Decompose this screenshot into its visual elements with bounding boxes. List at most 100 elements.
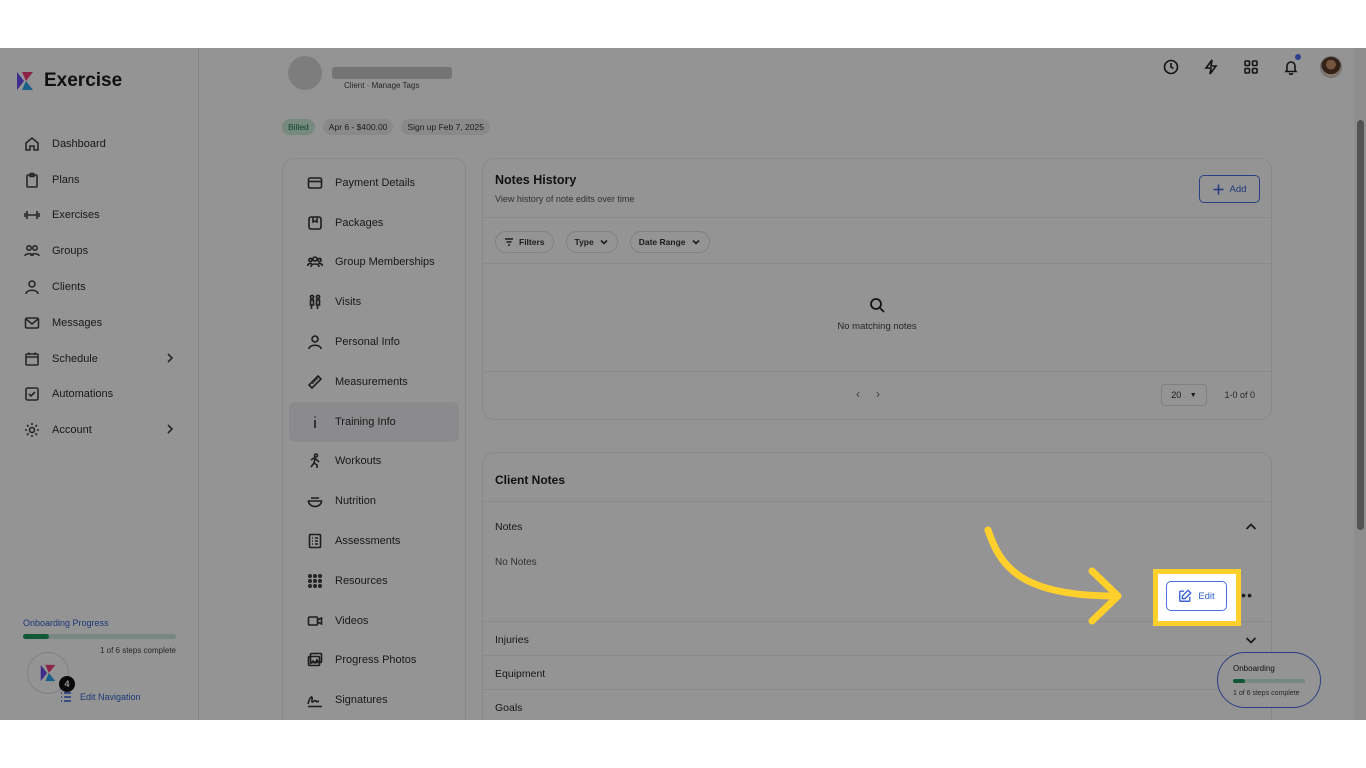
notification-dot <box>1295 54 1301 60</box>
chevron-right-icon <box>167 353 174 363</box>
floating-onboarding-steps: 1 of 6 steps complete <box>1233 690 1300 697</box>
submenu-item-label: Training Info <box>335 415 396 428</box>
page-size-value: 20 <box>1171 390 1182 400</box>
type-label: Type <box>574 237 594 247</box>
info-icon <box>314 416 316 428</box>
submenu-item-payment-details[interactable]: Payment Details <box>289 163 459 203</box>
edit-navigation-link[interactable]: Edit Navigation <box>60 691 141 703</box>
check-square-icon <box>25 387 39 402</box>
submenu-item-workouts[interactable]: Workouts <box>289 442 459 482</box>
filters-button[interactable]: Filters <box>495 231 554 253</box>
quick-actions-button[interactable] <box>1200 56 1222 78</box>
plus-icon <box>1213 184 1224 194</box>
package-icon <box>308 215 322 230</box>
video-icon <box>307 615 323 626</box>
pagination-range: 1-0 of 0 <box>1224 390 1255 400</box>
checklist-icon <box>308 533 322 549</box>
next-page-icon[interactable]: › <box>876 387 880 401</box>
sidebar-item-plans[interactable]: Plans <box>0 162 199 198</box>
submenu-item-personal-info[interactable]: Personal Info <box>289 322 459 362</box>
client-avatar[interactable] <box>288 56 322 90</box>
submenu-item-measurements[interactable]: Measurements <box>289 362 459 402</box>
apps-button[interactable] <box>1240 56 1262 78</box>
brand-name: Exercise <box>44 70 123 91</box>
users-group-icon <box>307 256 323 268</box>
grid-icon <box>1244 60 1258 74</box>
section-equipment[interactable]: Equipment <box>495 668 545 680</box>
user-icon <box>308 335 322 350</box>
sidebar-item-label: Messages <box>52 316 103 329</box>
notes-history-subtitle: View history of note edits over time <box>495 194 635 204</box>
status-badge: Billed <box>282 119 315 135</box>
sidebar-item-schedule[interactable]: Schedule <box>0 341 199 377</box>
submenu-item-resources[interactable]: Resources <box>289 561 459 601</box>
submenu-item-label: Videos <box>335 614 369 627</box>
submenu-item-label: Visits <box>335 296 362 309</box>
section-injuries[interactable]: Injuries <box>495 634 529 646</box>
sidebar-item-label: Exercises <box>52 209 100 222</box>
submenu-item-training-info[interactable]: Training Info <box>289 401 459 442</box>
submenu-item-group-memberships[interactable]: Group Memberships <box>289 243 459 283</box>
highlight-box: Edit <box>1153 569 1241 626</box>
submenu-item-assessments[interactable]: Assessments <box>289 521 459 561</box>
notifications-button[interactable] <box>1280 54 1302 78</box>
chevron-right-icon <box>167 424 174 434</box>
sidebar-item-clients[interactable]: Clients <box>0 269 199 305</box>
app-frame: Exercise Dashboard Plans Exercises Group… <box>0 48 1366 720</box>
submenu-item-visits[interactable]: Visits <box>289 282 459 322</box>
submenu-item-label: Personal Info <box>335 336 400 349</box>
client-badges: Billed Apr 6 - $400.00 Sign up Feb 7, 20… <box>282 119 490 135</box>
section-goals[interactable]: Goals <box>495 702 522 714</box>
mail-icon <box>24 317 40 329</box>
sidebar-item-automations[interactable]: Automations <box>0 377 199 413</box>
prev-page-icon[interactable]: ‹ <box>856 387 860 401</box>
sidebar-item-account[interactable]: Account <box>0 412 199 448</box>
no-notes-text: No Notes <box>495 557 537 568</box>
edit-notes-button[interactable]: Edit <box>1166 581 1227 611</box>
onboarding-count-badge: 4 <box>59 676 75 692</box>
divider <box>483 655 1271 656</box>
page-size-select[interactable]: 20 ▼ <box>1161 384 1207 406</box>
sidebar: Exercise Dashboard Plans Exercises Group… <box>0 48 199 720</box>
sidebar-item-label: Schedule <box>52 352 98 365</box>
submenu-item-label: Signatures <box>335 694 388 707</box>
submenu-item-videos[interactable]: Videos <box>289 601 459 641</box>
scrollbar-thumb[interactable] <box>1357 120 1364 530</box>
page-scrollbar[interactable] <box>1354 48 1366 720</box>
type-dropdown[interactable]: Type <box>565 231 618 253</box>
gear-icon <box>25 423 39 438</box>
user-avatar[interactable] <box>1320 56 1342 78</box>
brand[interactable]: Exercise <box>14 70 122 92</box>
sidebar-item-label: Plans <box>52 173 80 186</box>
date-range-dropdown[interactable]: Date Range <box>629 231 710 253</box>
divider <box>483 689 1271 690</box>
submenu-item-packages[interactable]: Packages <box>289 203 459 243</box>
sidebar-nav: Dashboard Plans Exercises Groups Clients… <box>0 126 199 448</box>
onboarding-progress[interactable]: Onboarding Progress 1 of 6 steps complet… <box>23 618 176 655</box>
sidebar-item-exercises[interactable]: Exercises <box>0 198 199 234</box>
chevron-up-icon[interactable] <box>1245 521 1257 533</box>
onboarding-bar-fill <box>23 634 49 639</box>
sidebar-item-messages[interactable]: Messages <box>0 305 199 341</box>
client-subtitle[interactable]: Client · Manage Tags <box>344 81 419 90</box>
pagination-arrows: ‹ › <box>856 387 880 401</box>
submenu-item-label: Workouts <box>335 455 382 468</box>
dumbbell-icon <box>24 211 40 220</box>
sidebar-item-groups[interactable]: Groups <box>0 233 199 269</box>
calendar-icon <box>25 352 39 366</box>
chevron-down-icon <box>691 239 700 245</box>
credit-card-icon <box>307 177 323 189</box>
floating-onboarding-widget[interactable]: Onboarding 1 of 6 steps complete <box>1217 652 1321 708</box>
sidebar-item-dashboard[interactable]: Dashboard <box>0 126 199 162</box>
submenu-item-progress-photos[interactable]: Progress Photos <box>289 641 459 681</box>
empty-state: No matching notes <box>483 297 1271 332</box>
submenu-item-nutrition[interactable]: Nutrition <box>289 481 459 521</box>
user-icon <box>25 280 39 295</box>
edit-icon <box>1179 589 1192 602</box>
submenu-item-signatures[interactable]: Signatures <box>289 680 459 720</box>
history-button[interactable] <box>1160 56 1182 78</box>
add-note-button[interactable]: Add <box>1199 175 1260 203</box>
chevron-down-icon <box>600 239 608 245</box>
section-notes[interactable]: Notes <box>495 521 522 533</box>
chevron-down-icon[interactable] <box>1245 634 1257 646</box>
